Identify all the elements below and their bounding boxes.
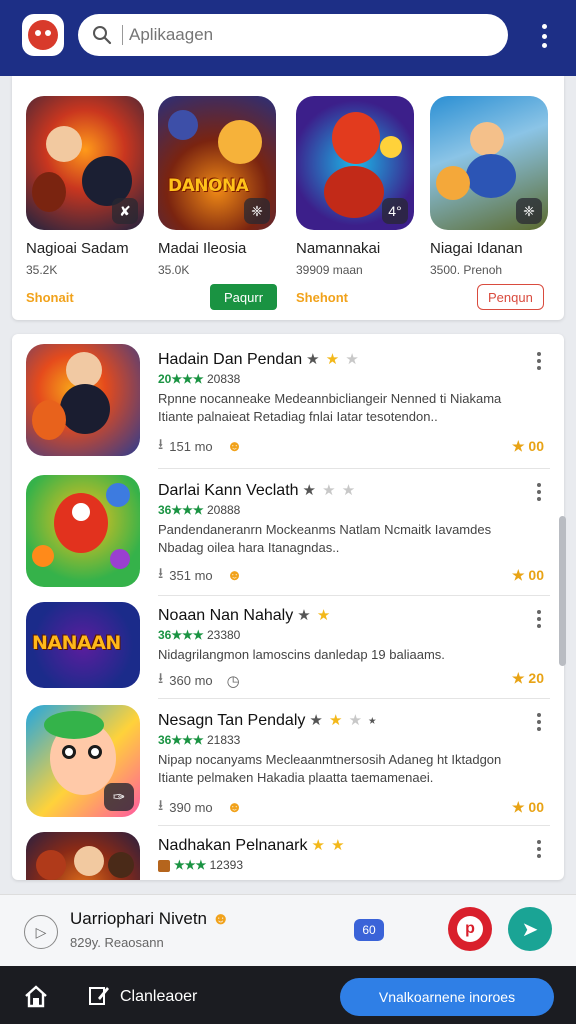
kebab-menu-icon[interactable] xyxy=(534,22,554,50)
edit-icon[interactable] xyxy=(88,984,110,1006)
platform-badge-icon: ❈ xyxy=(244,198,270,224)
emoji-icon: ☻ xyxy=(207,909,230,928)
item-menu-icon[interactable] xyxy=(536,352,542,370)
game-artwork: 4° xyxy=(296,96,414,230)
featured-subtitle: 35.2K xyxy=(26,263,58,277)
download-icon: ⭳ xyxy=(158,565,164,582)
platform-badge-icon: ❈ xyxy=(516,198,542,224)
featured-subtitle: 3500. Prenoh xyxy=(430,263,503,277)
game-artwork xyxy=(26,475,140,587)
app-logo[interactable] xyxy=(22,14,64,56)
top-app-bar xyxy=(0,0,576,76)
game-logo-text: DANONA xyxy=(168,176,249,196)
list-item-footer: ⭳ 151 mo ☻ xyxy=(158,434,242,459)
list-item-title: Noaan Nan Nahaly ★ ★ xyxy=(158,607,332,624)
list-item-description: Rpnne nocanneake Medeannbicliangeir Nenn… xyxy=(158,391,502,424)
mini-player[interactable]: ▷ Uarriophari Nivetn ☻ 829y. Reaosann 60… xyxy=(0,894,576,966)
game-artwork xyxy=(26,832,140,880)
list-item-title: Nadhakan Pelnanark ★ ★ xyxy=(158,837,346,854)
controller-icon[interactable]: 60 xyxy=(354,919,384,941)
platform-badge-icon: 4° xyxy=(382,198,408,224)
send-icon[interactable]: ➤ xyxy=(508,907,552,951)
item-menu-icon[interactable] xyxy=(536,840,542,858)
featured-title: Madai Ileosia xyxy=(158,240,247,257)
featured-item[interactable]: ❈ Niagai Idanan 3500. Prenoh xyxy=(430,96,560,277)
list-item-footer: ⭳ 390 mo ☻ xyxy=(158,795,242,820)
list-item-title: Hadain Dan Pendan ★ ★ ★ xyxy=(158,351,360,368)
list-item-description: Nipap nocanyams Mecleaanmtnersosih Adane… xyxy=(158,752,502,785)
search-icon xyxy=(93,26,112,45)
scrollbar[interactable] xyxy=(559,516,566,666)
player-title: Uarriophari Nivetn ☻ xyxy=(70,909,230,928)
emoji-icon: ☻ xyxy=(226,799,243,816)
primary-cta-button[interactable]: Vnalkoarnene inoroes xyxy=(340,978,554,1016)
list-item[interactable]: Darlai Kann Veclath ★ ★ ★ 36★★★ 20888 Pan… xyxy=(12,469,564,595)
download-icon: ⭳ xyxy=(158,670,164,687)
play-icon[interactable]: ▷ xyxy=(24,915,58,949)
list-item-rating: 36★★★ 23380 xyxy=(158,628,241,642)
game-artwork: ✑ xyxy=(26,705,140,817)
featured-item[interactable]: 4° Namannakai 39909 maan xyxy=(296,96,426,277)
featured-subtitle: 39909 maan xyxy=(296,263,363,277)
list-item-score: ★ 00 xyxy=(511,438,544,454)
list-item-score: ★ 20 xyxy=(511,670,544,686)
search-input[interactable] xyxy=(129,25,429,45)
list-item-footer: ⭳ 360 mo ◷ xyxy=(158,668,240,693)
item-menu-icon[interactable] xyxy=(536,610,542,628)
list-item-footer: ⭳ 351 mo ☻ xyxy=(158,563,242,588)
featured-title: Nagioai Sadam xyxy=(26,240,129,257)
game-artwork: ✘ xyxy=(26,96,144,230)
platform-badge-icon: ✘ xyxy=(112,198,138,224)
timer-icon: ◷ xyxy=(226,672,240,690)
search-bar[interactable] xyxy=(78,14,508,56)
featured-item[interactable]: DANONA ❈ Madai Ileosia 35.0K xyxy=(158,96,288,277)
game-artwork: ❈ xyxy=(430,96,548,230)
download-icon: ⭳ xyxy=(158,797,164,814)
game-artwork: DANONA ❈ xyxy=(158,96,276,230)
player-subtitle: 829y. Reaosann xyxy=(70,935,164,950)
search-divider xyxy=(122,25,123,45)
featured-open-button[interactable]: Penqun xyxy=(477,284,544,310)
home-icon[interactable] xyxy=(22,984,56,1008)
list-item-title: Nesagn Tan Pendaly ★ ★ ★ ⭑ xyxy=(158,712,378,729)
app-list: Hadain Dan Pendan ★ ★ ★ 20★★★ 20838 Rpnne… xyxy=(12,334,564,880)
emoji-icon: ☻ xyxy=(226,438,243,455)
list-item-description: Nidagrilangmon lamoscins danledap 19 bal… xyxy=(158,647,445,662)
record-button[interactable]: p xyxy=(448,907,492,951)
featured-action-link[interactable]: Shehont xyxy=(296,284,348,310)
list-item-rating: 20★★★ 20838 xyxy=(158,372,241,386)
featured-carousel: ✘ Nagioai Sadam 35.2K DANONA ❈ Madai Ile… xyxy=(12,76,564,320)
featured-install-button[interactable]: Paqurr xyxy=(210,284,278,310)
emoji-icon: ☻ xyxy=(226,567,243,584)
list-item-score: ★ 00 xyxy=(511,567,544,583)
item-menu-icon[interactable] xyxy=(536,713,542,731)
item-menu-icon[interactable] xyxy=(536,483,542,501)
game-artwork: NANAAN xyxy=(26,602,140,688)
bottom-nav-label[interactable]: Clanleaoer xyxy=(120,988,197,1006)
list-item-title: Darlai Kann Veclath ★ ★ ★ xyxy=(158,482,357,499)
list-item[interactable]: NANAAN Noaan Nan Nahaly ★ ★ 36★★★ 23380 N… xyxy=(12,596,564,698)
featured-subtitle: 35.0K xyxy=(158,263,190,277)
mascot-icon xyxy=(28,20,58,50)
list-item-rating: 36★★★ 20888 xyxy=(158,503,241,517)
list-item[interactable]: ✑ Nesagn Tan Pendaly ★ ★ ★ ⭑ 36★★★ 21833 … xyxy=(12,699,564,825)
game-artwork xyxy=(26,344,140,456)
bottom-navigation: Clanleaoer Vnalkoarnene inoroes xyxy=(0,966,576,1024)
category-icon xyxy=(158,859,170,872)
game-logo-text: NANAAN xyxy=(32,632,121,654)
featured-title: Namannakai xyxy=(296,240,381,257)
list-item-rating: ★★★ 12393 xyxy=(158,858,243,872)
list-item[interactable]: Nadhakan Pelnanark ★ ★ ★★★ 12393 xyxy=(12,826,564,880)
list-item-rating: 36★★★ 21833 xyxy=(158,733,241,747)
list-item-score: ★ 00 xyxy=(511,799,544,815)
list-item[interactable]: Hadain Dan Pendan ★ ★ ★ 20★★★ 20838 Rpnne… xyxy=(12,334,564,468)
list-item-description: Pandendaneranrn Mockeanms Natlam Ncmaitk… xyxy=(158,522,492,555)
download-icon: ⭳ xyxy=(158,436,164,453)
platform-badge-icon: ✑ xyxy=(104,783,134,811)
featured-title: Niagai Idanan xyxy=(430,240,523,257)
featured-item[interactable]: ✘ Nagioai Sadam 35.2K xyxy=(26,96,156,277)
featured-action-link[interactable]: Shonait xyxy=(26,284,74,310)
